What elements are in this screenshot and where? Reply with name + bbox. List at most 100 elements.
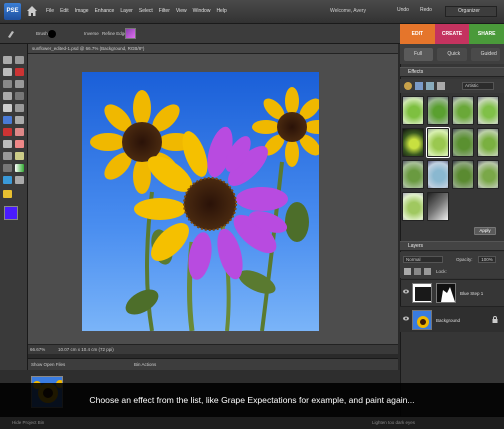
zoom-level[interactable]: 66.67% <box>30 347 45 352</box>
effects-thumbnail-grid <box>402 96 500 221</box>
project-bin-header: Show Open Files Bin Actions <box>28 358 398 370</box>
layer-row[interactable]: Blue Step 1 <box>400 279 504 305</box>
bin-actions-button[interactable]: Bin Actions <box>134 362 156 367</box>
selection-brush-icon[interactable] <box>6 29 16 39</box>
clone-stamp-icon[interactable] <box>3 140 12 148</box>
effect-thumb[interactable] <box>477 96 499 125</box>
shape-tool-icon[interactable] <box>3 190 12 198</box>
show-all-icon[interactable] <box>437 82 445 90</box>
healing-brush-icon[interactable] <box>15 128 24 136</box>
lasso-tool-icon[interactable] <box>15 80 24 88</box>
eye-icon[interactable] <box>403 316 409 321</box>
effect-preview-swatch[interactable] <box>125 28 136 39</box>
menu-select[interactable]: Select <box>139 8 153 14</box>
layer-mask-thumbnail[interactable] <box>436 283 456 303</box>
move-tool-icon[interactable] <box>3 56 12 64</box>
menu-help[interactable]: Help <box>216 8 226 14</box>
delete-layer-icon[interactable] <box>424 268 431 275</box>
tutorial-caption: Choose an effect from the list, like Gra… <box>0 383 504 417</box>
menu-enhance[interactable]: Enhance <box>95 8 115 14</box>
organizer-button[interactable]: Organizer <box>445 6 497 17</box>
effect-thumb[interactable] <box>402 192 424 221</box>
menu-image[interactable]: Image <box>75 8 89 14</box>
brush-tool-icon[interactable] <box>3 152 12 160</box>
type-tool-icon[interactable] <box>3 104 12 112</box>
opacity-input[interactable]: 100% <box>478 256 496 263</box>
eye-icon[interactable] <box>403 289 409 294</box>
photo-effects-icon[interactable] <box>426 82 434 90</box>
effect-thumb[interactable] <box>427 96 449 125</box>
effect-thumb[interactable] <box>477 160 499 189</box>
red-eye-tool-icon[interactable] <box>3 128 12 136</box>
menu-filter[interactable]: Filter <box>159 8 170 14</box>
apply-button[interactable]: Apply <box>474 227 496 235</box>
effect-thumb[interactable] <box>402 96 424 125</box>
bin-show-dropdown[interactable]: Show Open Files <box>31 362 65 367</box>
magic-wand-icon[interactable] <box>3 92 12 100</box>
effects-panel-title[interactable]: Effects <box>400 67 504 77</box>
inverse-checkbox-label[interactable]: Inverse <box>84 31 99 36</box>
eraser-icon[interactable] <box>15 140 24 148</box>
new-layer-icon[interactable] <box>404 268 411 275</box>
app-logo: PSE <box>4 3 21 20</box>
subtab-quick[interactable]: Quick <box>437 48 467 61</box>
lock-label: Lock: <box>436 269 447 274</box>
hand-tool-icon[interactable] <box>3 68 12 76</box>
subtab-full[interactable]: Full <box>404 48 434 61</box>
effect-thumb[interactable] <box>477 128 499 157</box>
foreground-color-swatch[interactable] <box>4 206 18 220</box>
menu-window[interactable]: Window <box>193 8 211 14</box>
brush-preview[interactable] <box>48 30 56 38</box>
document-dimensions: 10.07 cm x 10.4 cm (72 ppi) <box>58 347 114 352</box>
hide-project-bin-button[interactable]: Hide Project Bin <box>12 420 44 425</box>
document-title-bar: sunflower_edited-1.psd @ 66.7% (Backgrou… <box>28 44 398 54</box>
effect-thumb[interactable] <box>402 160 424 189</box>
tab-share[interactable]: SHARE <box>469 24 504 44</box>
toolbox <box>0 44 28 389</box>
layer-row-selected[interactable]: Background <box>400 306 504 332</box>
tab-create[interactable]: CREATE <box>434 24 470 44</box>
home-icon[interactable] <box>26 5 38 17</box>
blend-mode-dropdown[interactable]: Normal <box>403 256 443 263</box>
adjustment-layer-icon[interactable] <box>414 268 421 275</box>
paint-bucket-icon[interactable] <box>3 164 12 172</box>
effect-thumb[interactable] <box>452 128 474 157</box>
subtab-guided[interactable]: Guided <box>470 48 500 61</box>
sponge-tool-icon[interactable] <box>15 176 24 184</box>
mode-tabs: EDIT CREATE SHARE <box>400 24 504 44</box>
layer-name[interactable]: Blue Step 1 <box>460 291 483 296</box>
selection-brush-tool-icon[interactable] <box>15 92 24 100</box>
effect-thumb[interactable] <box>402 128 424 157</box>
menu-edit[interactable]: Edit <box>60 8 69 14</box>
effect-thumb[interactable] <box>452 96 474 125</box>
tool-options-bar: Brush: Inverse Refine Edge... <box>0 24 400 44</box>
edit-mode-subtabs: Full Quick Guided <box>400 44 504 64</box>
eyedropper-icon[interactable] <box>15 68 24 76</box>
menu-view[interactable]: View <box>176 8 187 14</box>
effect-thumb-selected[interactable] <box>426 127 450 158</box>
effect-thumb[interactable] <box>427 160 449 189</box>
menu-layer[interactable]: Layer <box>120 8 133 14</box>
menu-bar: PSE File Edit Image Enhance Layer Select… <box>0 0 504 24</box>
redo-button[interactable]: Redo <box>420 7 432 13</box>
layer-thumbnail <box>412 310 432 330</box>
sunflower-photo[interactable] <box>82 72 319 331</box>
effect-thumb[interactable] <box>427 192 449 221</box>
marquee-tool-icon[interactable] <box>3 80 12 88</box>
menu-file[interactable]: File <box>46 8 54 14</box>
smart-brush-icon[interactable] <box>15 152 24 160</box>
layers-panel-title[interactable]: Layers <box>400 241 504 251</box>
filters-icon[interactable] <box>404 82 412 90</box>
effect-thumb[interactable] <box>452 160 474 189</box>
crop-tool-icon[interactable] <box>15 104 24 112</box>
blur-tool-icon[interactable] <box>3 176 12 184</box>
zoom-tool-icon[interactable] <box>15 56 24 64</box>
cookie-cutter-icon[interactable] <box>3 116 12 124</box>
effects-category-dropdown[interactable]: Artistic <box>462 82 494 90</box>
tab-edit[interactable]: EDIT <box>400 24 435 44</box>
gradient-tool-icon[interactable] <box>15 164 24 172</box>
straighten-tool-icon[interactable] <box>15 116 24 124</box>
layer-styles-icon[interactable] <box>415 82 423 90</box>
layer-name[interactable]: Background <box>436 318 460 323</box>
undo-button[interactable]: Undo <box>397 7 409 13</box>
